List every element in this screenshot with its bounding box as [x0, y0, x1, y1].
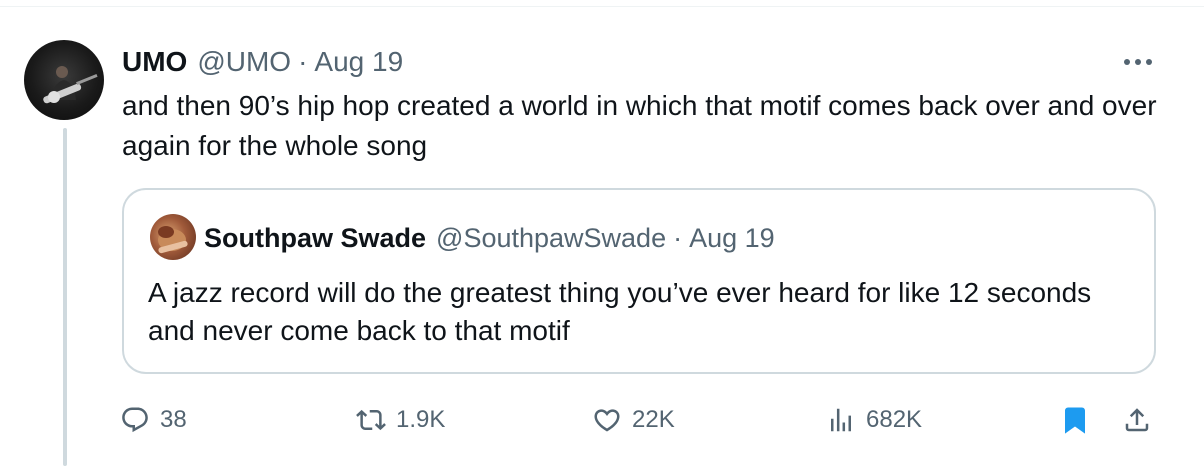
- reply-count: 38: [160, 406, 187, 433]
- quoted-tweet-date: Aug 19: [689, 222, 775, 253]
- author-name[interactable]: UMO: [122, 46, 187, 78]
- separator-dot: ·: [298, 46, 308, 77]
- bookmark-button[interactable]: [1060, 396, 1090, 444]
- like-count: 22K: [632, 406, 675, 433]
- tweet-header: UMO @UMO · Aug 19: [122, 44, 403, 80]
- quoted-tweet-header: Southpaw Swade @SouthpawSwade · Aug 19: [204, 220, 775, 256]
- share-icon: [1125, 408, 1149, 432]
- quoted-author-handle: @SouthpawSwade: [436, 222, 667, 253]
- tweet[interactable]: UMO @UMO · Aug 19 and then 90’s hip hop …: [0, 0, 1204, 466]
- quoted-separator-dot: ·: [673, 222, 683, 253]
- action-bar: 38 1.9K 22K 682K: [0, 396, 1204, 444]
- retweet-button[interactable]: 1.9K: [356, 396, 445, 444]
- share-button[interactable]: [1122, 396, 1152, 444]
- views-button[interactable]: 682K: [826, 396, 922, 444]
- author-handle[interactable]: @UMO: [197, 46, 291, 78]
- author-avatar[interactable]: [24, 40, 104, 120]
- quoted-author-avatar: [150, 214, 196, 260]
- quoted-tweet-text: A jazz record will do the greatest thing…: [148, 277, 1092, 346]
- quoted-tweet[interactable]: Southpaw Swade @SouthpawSwade · Aug 19 A…: [122, 188, 1156, 374]
- quoted-author-name: Southpaw Swade: [204, 222, 427, 253]
- tweet-date[interactable]: Aug 19: [314, 46, 403, 78]
- tweet-text: and then 90’s hip hop created a world in…: [122, 90, 1157, 161]
- views-count: 682K: [866, 406, 923, 433]
- like-button[interactable]: 22K: [592, 396, 675, 444]
- reply-icon: [122, 407, 148, 433]
- heart-icon: [594, 409, 620, 432]
- views-chart-icon: [831, 408, 851, 432]
- more-horizontal-icon: [1124, 59, 1152, 65]
- bookmark-icon: [1065, 407, 1085, 434]
- retweet-icon: [356, 409, 386, 431]
- reply-button[interactable]: 38: [120, 396, 187, 444]
- more-options-button[interactable]: [1120, 50, 1156, 74]
- retweet-count: 1.9K: [396, 406, 446, 433]
